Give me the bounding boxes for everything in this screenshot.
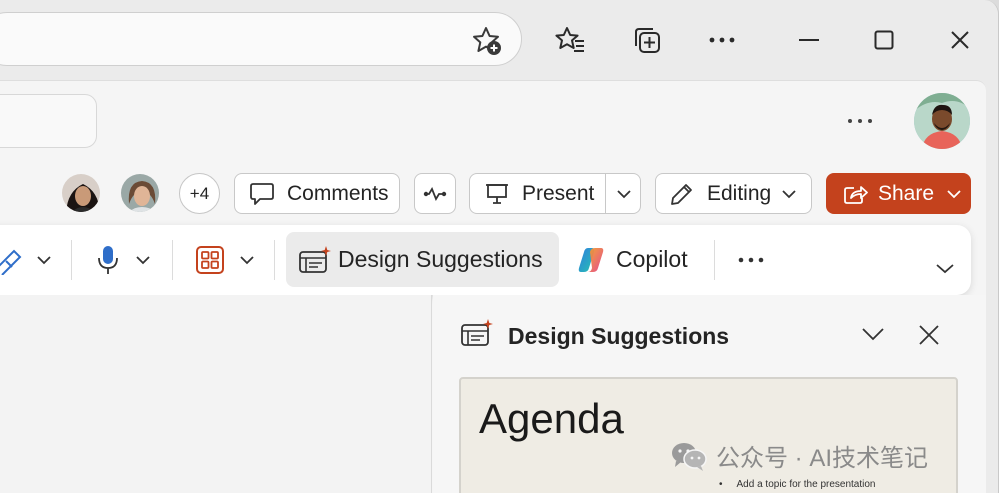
pencil-icon [670, 182, 694, 206]
ribbon-separator [274, 240, 275, 280]
apps-grid-icon [195, 245, 225, 275]
ribbon-separator [71, 240, 72, 280]
minimize-icon[interactable] [789, 20, 829, 60]
pane-collapse-button[interactable] [861, 326, 885, 342]
brush-icon [0, 245, 24, 275]
share-label: Share [878, 181, 935, 205]
thumbnail-bullet: • Add a topic for the presentation [719, 479, 876, 490]
wechat-icon [670, 440, 708, 472]
copilot-icon [576, 246, 606, 274]
close-icon [918, 324, 940, 346]
present-label: Present [522, 181, 595, 205]
ribbon-expand-button[interactable] [935, 248, 955, 288]
chevron-down-icon [781, 187, 797, 201]
format-painter-button[interactable] [0, 233, 52, 287]
activity-button[interactable] [414, 173, 456, 214]
design-suggestions-icon [298, 245, 332, 275]
comment-icon [249, 182, 275, 206]
chevron-down-icon [861, 326, 885, 342]
editing-label: Editing [707, 181, 772, 205]
collaborator-avatar[interactable] [119, 172, 161, 214]
split-divider [605, 174, 606, 213]
design-suggestions-button[interactable]: Design Suggestions [286, 232, 559, 287]
share-button[interactable]: Share [826, 173, 971, 214]
chevron-down-icon [36, 253, 52, 267]
design-suggestions-icon [460, 318, 494, 348]
presentation-icon [484, 182, 510, 206]
chevron-down-icon[interactable] [616, 187, 632, 201]
design-thumbnail[interactable]: Agenda • Add a topic for the presentation [459, 377, 958, 493]
comments-button[interactable]: Comments [234, 173, 400, 214]
add-ins-button[interactable] [195, 233, 255, 287]
favorite-add-icon[interactable] [470, 24, 504, 58]
design-suggestions-label: Design Suggestions [338, 246, 543, 272]
chevron-down-icon [135, 253, 151, 267]
more-options-icon[interactable] [842, 108, 878, 134]
favorites-icon[interactable] [550, 20, 590, 60]
comments-label: Comments [287, 181, 389, 205]
maximize-icon[interactable] [864, 20, 904, 60]
chevron-down-icon [946, 187, 962, 201]
pane-title: Design Suggestions [508, 323, 730, 349]
close-icon[interactable] [940, 20, 980, 60]
watermark: 公众号 · AI技术笔记 [670, 438, 928, 473]
microphone-icon [95, 244, 121, 276]
present-button[interactable]: Present [469, 173, 641, 214]
slide-canvas[interactable] [0, 295, 432, 493]
dictate-button[interactable] [95, 233, 151, 287]
address-bar[interactable] [0, 12, 522, 66]
user-avatar[interactable] [914, 93, 970, 149]
copilot-button[interactable]: Copilot [572, 232, 702, 287]
collections-icon[interactable] [627, 20, 667, 60]
collaborator-avatar[interactable] [60, 172, 102, 214]
ribbon-separator [714, 240, 715, 280]
more-icon[interactable] [702, 20, 742, 60]
activity-icon [422, 186, 448, 201]
share-icon [842, 182, 868, 206]
watermark-text: 公众号 · AI技术笔记 [716, 445, 929, 472]
ribbon-more-button[interactable] [738, 233, 764, 287]
more-icon [738, 257, 764, 263]
chevron-down-icon [239, 253, 255, 267]
browser-window: +4 Comments Present Editing Share Design… [0, 0, 999, 493]
thumbnail-title: Agenda [479, 395, 624, 442]
more-collaborators-button[interactable]: +4 [179, 173, 220, 214]
editing-mode-button[interactable]: Editing [655, 173, 812, 214]
chevron-down-icon [935, 261, 955, 275]
copilot-label: Copilot [616, 246, 688, 272]
pane-close-button[interactable] [918, 324, 940, 346]
ribbon-separator [172, 240, 173, 280]
search-box[interactable] [0, 94, 97, 148]
